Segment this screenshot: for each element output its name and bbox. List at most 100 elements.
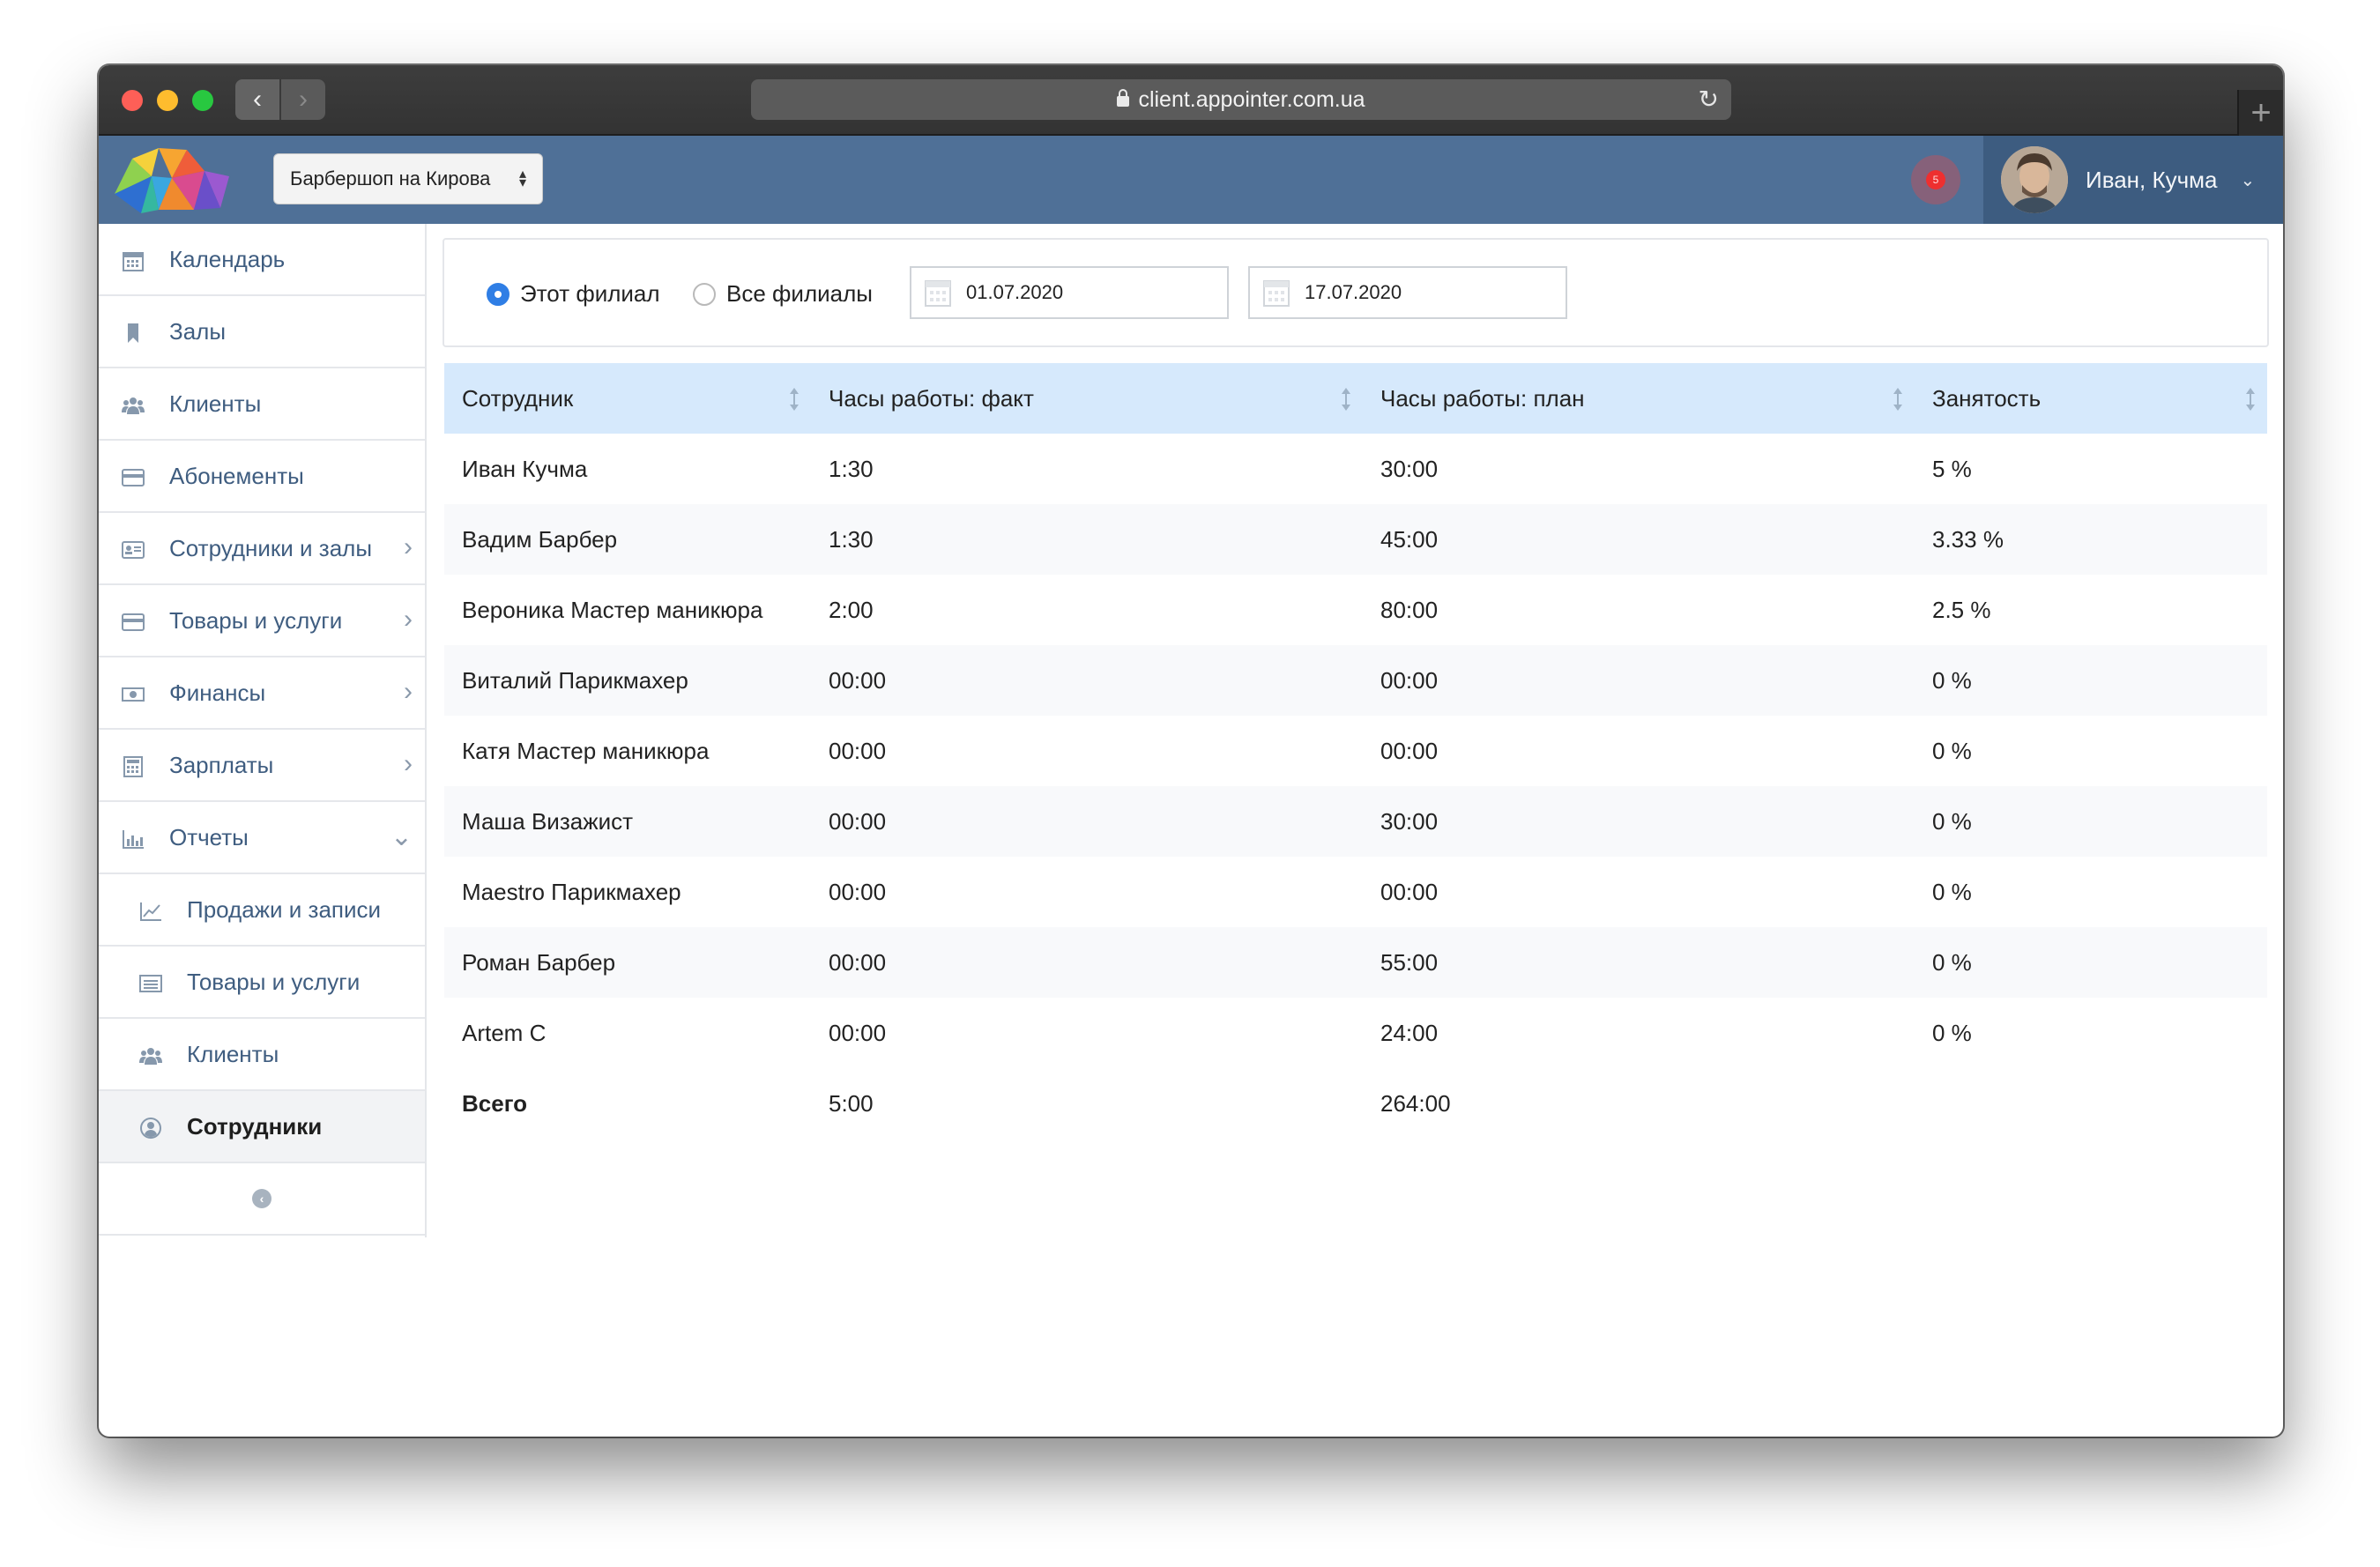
zoom-window-button[interactable] xyxy=(192,90,213,111)
sort-icon[interactable] xyxy=(788,386,800,412)
cell-hours-plan: 45:00 xyxy=(1363,504,1915,575)
list-icon xyxy=(139,975,162,992)
cell-employee: Maestro Парикмахер xyxy=(462,878,681,905)
chevron-right-icon: › xyxy=(404,532,413,561)
sidebar-item-reports[interactable]: Отчеты ⌄ xyxy=(99,802,425,874)
sidebar-item-salaries[interactable]: Зарплаты › xyxy=(99,730,425,802)
table-row: Maestro Парикмахер 00:00 00:00 0 % xyxy=(444,857,2267,927)
sidebar-item-subscriptions[interactable]: Абонементы xyxy=(99,441,425,513)
sidebar-item-label: Сотрудники xyxy=(187,1112,323,1140)
cell-hours-actual: 00:00 xyxy=(811,927,1363,998)
sidebar-item-finance[interactable]: Финансы › xyxy=(99,657,425,730)
cell-occupancy: 0 % xyxy=(1915,786,2267,857)
employee-report-table: Сотрудник Часы работы: факт Часы работы:… xyxy=(444,363,2267,1139)
cell-employee: Катя Мастер маникюра xyxy=(462,737,710,764)
branch-select-value: Барбершоп на Кирова xyxy=(290,167,491,189)
sidebar-item-label: Финансы xyxy=(169,679,266,706)
browser-titlebar: ‹ › client.appointer.com.ua ↻ + xyxy=(99,65,2283,136)
back-button[interactable]: ‹ xyxy=(235,79,281,120)
chevron-left-circle-icon: ‹ xyxy=(252,1189,271,1208)
close-window-button[interactable] xyxy=(122,90,143,111)
radio-this-branch[interactable]: Этот филиал xyxy=(487,280,660,308)
bar-chart-icon xyxy=(123,830,144,849)
cell-occupancy: 0 % xyxy=(1932,1019,1972,1046)
sidebar-item-label: Клиенты xyxy=(169,390,262,417)
table-header-row: Сотрудник Часы работы: факт Часы работы:… xyxy=(444,363,2267,434)
sidebar-item-clients[interactable]: Клиенты xyxy=(99,368,425,441)
cell-occupancy: 2.5 % xyxy=(1932,596,1991,623)
notifications-badge: 5 xyxy=(1926,170,1945,189)
card-icon xyxy=(122,613,145,631)
sidebar-item-calendar[interactable]: Календарь xyxy=(99,224,425,296)
branch-select[interactable]: Барбершоп на Кирова ▴ ▾ xyxy=(273,153,543,204)
app-logo[interactable] xyxy=(106,141,238,219)
column-header-employee[interactable]: Сотрудник xyxy=(444,363,811,434)
users-icon xyxy=(122,397,145,414)
sidebar-item-label: Зарплаты xyxy=(169,751,274,778)
cell-hours-plan: 00:00 xyxy=(1380,878,1439,905)
sidebar-item-label: Товары и услуги xyxy=(169,606,343,634)
sidebar-item-halls[interactable]: Залы xyxy=(99,296,425,368)
cell-occupancy: 0 % xyxy=(1915,927,2267,998)
cell-occupancy: 3.33 % xyxy=(1915,504,2267,575)
sort-icon[interactable] xyxy=(2244,386,2257,412)
forward-button[interactable]: › xyxy=(281,79,325,120)
sidebar-subitem-sales-bookings[interactable]: Продажи и записи xyxy=(99,874,425,947)
reload-icon[interactable]: ↻ xyxy=(1699,85,1719,114)
lock-icon xyxy=(1117,89,1130,107)
notifications-button[interactable]: 5 xyxy=(1911,155,1960,204)
sort-icon[interactable] xyxy=(1340,386,1352,412)
chevron-right-icon: › xyxy=(404,605,413,634)
cell-occupancy: 5 % xyxy=(1932,455,1972,482)
table-row: Роман Барбер 00:00 55:00 0 % xyxy=(444,927,2267,998)
sort-icon[interactable] xyxy=(1892,386,1904,412)
sidebar-item-staff-halls[interactable]: Сотрудники и залы › xyxy=(99,513,425,585)
chevron-left-icon: ‹ xyxy=(253,85,262,114)
cell-employee: Вадим Барбер xyxy=(444,504,811,575)
cell-employee: Вероника Мастер маникюра xyxy=(462,596,763,623)
radio-this-branch-control[interactable] xyxy=(487,282,509,306)
column-header-hours-plan[interactable]: Часы работы: план xyxy=(1363,363,1915,434)
total-hours-plan: 264:00 xyxy=(1380,1089,1451,1117)
cell-occupancy: 0 % xyxy=(1932,878,1972,905)
sidebar-collapse-button[interactable]: ‹ xyxy=(99,1163,425,1236)
date-from-input[interactable]: 01.07.2020 xyxy=(910,266,1229,319)
table-row: Иван Кучма 1:30 30:00 5 % xyxy=(444,434,2267,504)
filter-panel: Этот филиал Все филиалы 01.07.2020 17.07… xyxy=(443,238,2269,347)
calculator-icon xyxy=(123,756,143,777)
radio-all-branches[interactable]: Все филиалы xyxy=(693,280,873,308)
cell-hours-plan: 30:00 xyxy=(1363,786,1915,857)
date-to-input[interactable]: 17.07.2020 xyxy=(1248,266,1567,319)
address-bar[interactable]: client.appointer.com.ua ↻ xyxy=(751,79,1731,120)
sidebar-subitem-goods-services[interactable]: Товары и услуги xyxy=(99,947,425,1019)
new-tab-button[interactable]: + xyxy=(2237,90,2283,136)
chevron-right-icon: › xyxy=(299,85,308,114)
date-to-value: 17.07.2020 xyxy=(1305,281,1402,303)
cell-hours-plan: 80:00 xyxy=(1380,596,1439,623)
chevron-right-icon: › xyxy=(404,677,413,706)
radio-all-branches-control[interactable] xyxy=(693,282,716,306)
cell-hours-actual: 1:30 xyxy=(829,455,874,482)
sidebar: Календарь Залы Клиенты Абонементы Сотруд… xyxy=(99,224,427,1237)
column-header-occupancy[interactable]: Занятость xyxy=(1915,363,2267,434)
sidebar-subitem-clients[interactable]: Клиенты xyxy=(99,1019,425,1091)
id-card-icon xyxy=(122,541,145,559)
total-hours-actual: 5:00 xyxy=(829,1089,874,1117)
calendar-icon xyxy=(1263,280,1290,307)
sidebar-item-label: Товары и услуги xyxy=(187,968,361,995)
chevron-right-icon: › xyxy=(404,749,413,778)
calendar-icon xyxy=(925,280,951,307)
sidebar-item-goods-services[interactable]: Товары и услуги › xyxy=(99,585,425,657)
cell-employee: Маша Визажист xyxy=(444,786,811,857)
chevron-down-icon: ⌄ xyxy=(390,822,413,851)
user-menu[interactable]: Иван, Кучма ⌄ xyxy=(1983,136,2283,224)
line-chart-icon xyxy=(140,902,161,921)
sidebar-subitem-employees[interactable]: Сотрудники xyxy=(99,1091,425,1163)
column-header-hours-actual[interactable]: Часы работы: факт xyxy=(811,363,1363,434)
bookmark-icon xyxy=(128,323,138,343)
table-row: Вадим Барбер 1:30 45:00 3.33 % xyxy=(444,504,2267,575)
table-row: Катя Мастер маникюра 00:00 00:00 0 % xyxy=(444,716,2267,786)
minimize-window-button[interactable] xyxy=(157,90,178,111)
sidebar-item-label: Сотрудники и залы xyxy=(169,534,373,561)
date-from-value: 01.07.2020 xyxy=(966,281,1064,303)
